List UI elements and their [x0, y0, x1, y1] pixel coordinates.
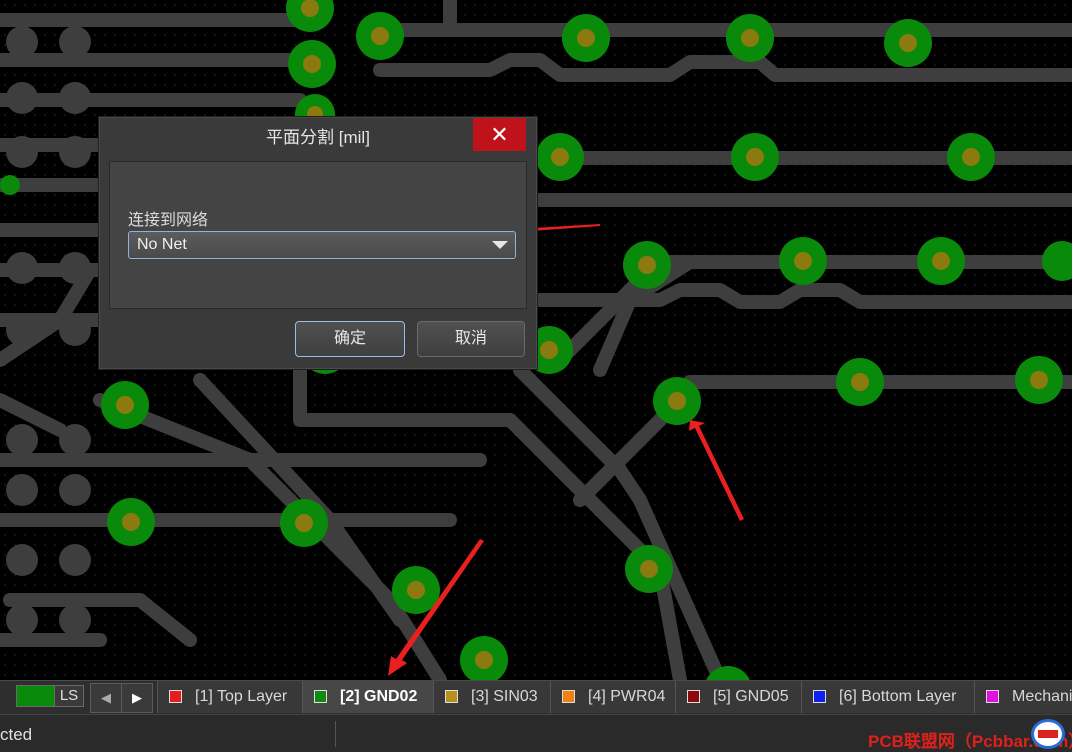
- layer-color-swatch: [813, 690, 826, 703]
- layer-color-swatch: [562, 690, 575, 703]
- status-bar: cted PCB联盟网（Pcbbar.com）: [0, 714, 1072, 752]
- ok-button[interactable]: 确定: [295, 321, 405, 357]
- tab-gnd05[interactable]: [5] GND05: [675, 681, 801, 713]
- tab-label: [2] GND02: [340, 688, 418, 705]
- tab-bottom-layer[interactable]: [6] Bottom Layer: [801, 681, 974, 713]
- layer-tab-bar: LS ◀ ▶ [1] Top Layer [2] GND02 [3] SIN03…: [0, 680, 1072, 715]
- layer-color-swatch: [687, 690, 700, 703]
- cancel-button[interactable]: 取消: [417, 321, 525, 357]
- status-divider: [335, 721, 336, 747]
- tab-label: [5] GND05: [713, 688, 789, 705]
- tab-label: [3] SIN03: [471, 688, 538, 705]
- tab-sin03[interactable]: [3] SIN03: [433, 681, 550, 713]
- split-plane-dialog: 平面分割 [mil] ✕ 连接到网络 No Net 确定 取消: [98, 116, 538, 370]
- close-icon[interactable]: ✕: [473, 118, 526, 151]
- tab-top-layer[interactable]: [1] Top Layer: [157, 681, 302, 713]
- layer-color-swatch: [314, 690, 327, 703]
- layer-color-swatch: [169, 690, 182, 703]
- tab-label: [4] PWR04: [588, 688, 666, 705]
- tab-label: [6] Bottom Layer: [839, 688, 957, 705]
- status-text: cted: [0, 725, 33, 744]
- current-layer-color-swatch[interactable]: [16, 685, 55, 707]
- connect-to-net-label: 连接到网络: [128, 212, 209, 229]
- tab-gnd02[interactable]: [2] GND02: [302, 681, 433, 713]
- watermark-logo-icon: [1031, 719, 1065, 749]
- chevron-down-icon[interactable]: [492, 241, 508, 249]
- tab-mechanical[interactable]: Mechanical: [974, 681, 1072, 713]
- tab-label: [1] Top Layer: [195, 688, 288, 705]
- dialog-title: 平面分割 [mil]: [266, 128, 370, 147]
- tab-pwr04[interactable]: [4] PWR04: [550, 681, 675, 713]
- net-select-value: No Net: [137, 236, 187, 253]
- scroll-left-icon[interactable]: ◀: [90, 683, 122, 713]
- scroll-right-icon[interactable]: ▶: [121, 683, 153, 713]
- dialog-panel: 连接到网络 No Net: [109, 161, 527, 309]
- layer-color-swatch: [986, 690, 999, 703]
- layer-color-swatch: [445, 690, 458, 703]
- net-select[interactable]: No Net: [128, 231, 516, 259]
- tab-label: Mechanical: [1012, 688, 1072, 705]
- layer-set-button[interactable]: LS: [54, 685, 84, 707]
